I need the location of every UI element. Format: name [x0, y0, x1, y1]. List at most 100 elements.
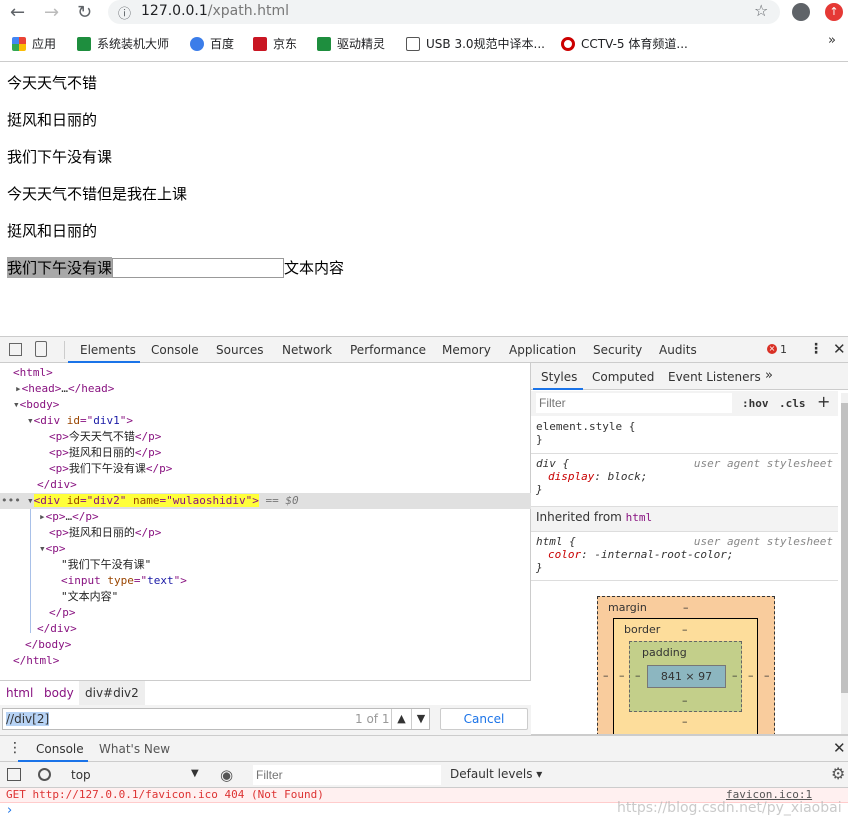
back-icon[interactable]: ←	[10, 2, 25, 23]
error-icon[interactable]: ×	[767, 344, 777, 354]
tab-network[interactable]: Network	[282, 343, 332, 357]
drawer-menu-icon[interactable]: ⋮	[8, 740, 22, 756]
sidebar-toggle-icon[interactable]	[7, 768, 21, 781]
dom-node[interactable]: <p>我们下午没有课</p>	[49, 461, 172, 477]
bookmark-item[interactable]: 京东	[253, 35, 297, 52]
paragraph: 我们下午没有课	[7, 148, 113, 166]
tab-computed[interactable]: Computed	[592, 370, 654, 384]
error-count[interactable]: 1	[780, 343, 787, 356]
dom-node[interactable]: <p>今天天气不错</p>	[49, 429, 161, 445]
rule-div[interactable]: div {user agent stylesheet display: bloc…	[531, 454, 838, 507]
doc-icon	[406, 36, 420, 51]
search-value: //div[2]	[6, 712, 50, 726]
drawer-tabbar: ⋮ Console What's New ✕	[0, 735, 848, 762]
xpath-search-input[interactable]: //div[2] 1 of 1 ▲ ▼	[2, 708, 430, 730]
clover-icon	[77, 36, 91, 51]
rule-html[interactable]: html {user agent stylesheet color: -inte…	[531, 532, 838, 581]
reload-icon[interactable]: ↻	[77, 2, 92, 23]
inherited-header: Inherited from html	[531, 507, 838, 532]
tab-memory[interactable]: Memory	[442, 343, 491, 357]
star-icon[interactable]: ☆	[754, 1, 768, 20]
url-text[interactable]: 127.0.0.1/xpath.html	[141, 3, 289, 19]
dom-node[interactable]: ▾<body>	[13, 397, 59, 413]
dom-node-selected[interactable]: ▾<div id="div2" name="wulaoshidiv"> == $…	[27, 493, 299, 509]
styles-tabbar: Styles Computed Event Listeners »	[531, 363, 848, 390]
context-select[interactable]: top	[71, 768, 91, 782]
dom-node[interactable]: ▸<head>…</head>	[15, 381, 114, 397]
tab-application[interactable]: Application	[509, 343, 576, 357]
clover-icon	[317, 36, 331, 51]
dom-node[interactable]: ▾<div id="div1">	[27, 413, 133, 429]
next-match-icon[interactable]: ▼	[411, 709, 430, 729]
tab-event-listeners[interactable]: Event Listeners	[668, 370, 761, 384]
dom-node[interactable]: </html>	[13, 653, 59, 669]
menu-kebab-icon[interactable]: ⋮	[809, 341, 823, 357]
device-toggle-icon[interactable]	[35, 341, 47, 357]
paragraph: 挺风和日丽的	[7, 111, 98, 129]
dom-node[interactable]: <p>挺风和日丽的</p>	[49, 525, 161, 541]
clear-console-icon[interactable]	[38, 768, 51, 781]
dom-text-node[interactable]: "我们下午没有课"	[61, 557, 151, 573]
profile-icon[interactable]	[792, 3, 810, 21]
tab-audits[interactable]: Audits	[659, 343, 697, 357]
text-input[interactable]	[112, 257, 285, 278]
breadcrumb-html[interactable]: html	[6, 686, 33, 700]
bookmark-item[interactable]: 百度	[190, 35, 234, 52]
close-devtools-icon[interactable]: ✕	[833, 340, 846, 358]
cancel-button[interactable]: Cancel	[440, 708, 528, 730]
box-border: border – – – – padding – – – 841 × 97	[613, 618, 758, 735]
tab-elements[interactable]: Elements	[80, 343, 136, 357]
bookmarks-more[interactable]: »	[828, 33, 836, 48]
update-icon[interactable]: ↑	[825, 3, 843, 21]
bookmark-apps[interactable]: 应用	[12, 35, 56, 52]
dom-node[interactable]: <input type="text">	[61, 573, 187, 589]
bookmark-item[interactable]: USB 3.0规范中译本...	[406, 35, 545, 52]
rule-element-style[interactable]: element.style {}	[531, 417, 838, 454]
tab-console[interactable]: Console	[151, 343, 199, 357]
styles-scrollbar[interactable]	[841, 393, 848, 735]
ellipsis-icon[interactable]: •••	[1, 493, 21, 509]
forward-icon[interactable]: →	[44, 2, 59, 23]
cls-button[interactable]: .cls	[779, 397, 806, 410]
console-prompt-icon[interactable]: ›	[7, 803, 12, 818]
levels-dropdown[interactable]: Default levels ▾	[450, 767, 542, 781]
baidu-icon	[190, 36, 204, 51]
dom-node[interactable]: <p>挺风和日丽的</p>	[49, 445, 161, 461]
dom-node[interactable]: </p>	[49, 605, 76, 621]
breadcrumb-div2[interactable]: div#div2	[79, 681, 145, 705]
bookmark-item[interactable]: CCTV-5 体育频道...	[561, 35, 688, 52]
dom-node[interactable]: ▾<p>	[39, 541, 66, 557]
bookmark-label: 京东	[273, 37, 298, 51]
eye-icon[interactable]: ◉	[220, 766, 233, 784]
tab-sources[interactable]: Sources	[216, 343, 263, 357]
info-icon[interactable]: ⓘ	[118, 3, 131, 22]
tab-security[interactable]: Security	[593, 343, 642, 357]
paragraph-with-input: 我们下午没有课 文本内容	[7, 257, 344, 278]
prev-match-icon[interactable]: ▲	[391, 709, 411, 729]
console-filter-input[interactable]	[253, 765, 441, 785]
apps-icon	[12, 36, 26, 51]
drawer-tab-whats-new[interactable]: What's New	[99, 742, 170, 756]
bookmark-item[interactable]: 系统装机大师	[77, 35, 169, 52]
drawer-tab-console[interactable]: Console	[36, 742, 84, 756]
inherited-link[interactable]: html	[626, 511, 653, 524]
chevron-down-icon[interactable]: ▼	[191, 768, 199, 779]
tab-styles[interactable]: Styles	[541, 370, 577, 384]
dom-node[interactable]: </body>	[25, 637, 71, 653]
hov-button[interactable]: :hov	[742, 397, 769, 410]
dom-text-node[interactable]: "文本内容"	[61, 589, 118, 605]
dom-node[interactable]: <html>	[13, 365, 53, 381]
dom-node[interactable]: </div>	[37, 621, 77, 637]
gear-icon[interactable]: ⚙	[831, 764, 845, 783]
close-drawer-icon[interactable]: ✕	[833, 739, 846, 757]
inspect-icon[interactable]	[9, 343, 22, 356]
dom-node[interactable]: </div>	[37, 477, 77, 493]
paragraph: 今天天气不错但是我在上课	[7, 185, 188, 203]
new-rule-button[interactable]: +	[817, 392, 830, 411]
dom-node[interactable]: ▸<p>…</p>	[39, 509, 99, 525]
more-tabs[interactable]: »	[765, 368, 773, 383]
tab-performance[interactable]: Performance	[350, 343, 426, 357]
styles-filter-input[interactable]	[536, 393, 732, 413]
bookmark-item[interactable]: 驱动精灵	[317, 35, 385, 52]
breadcrumb-body[interactable]: body	[44, 686, 74, 700]
